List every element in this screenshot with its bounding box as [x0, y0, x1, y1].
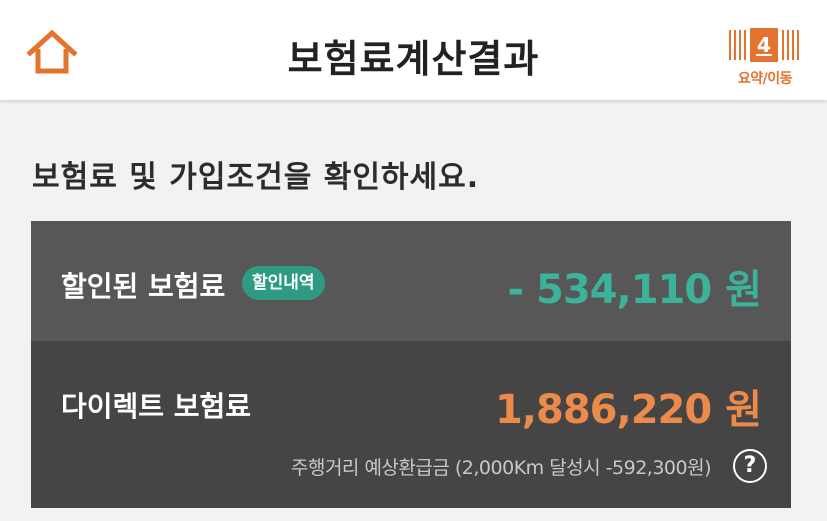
direct-premium-label: 다이렉트 보험료: [61, 390, 252, 423]
direct-premium-amount-unit: 원: [725, 387, 762, 433]
discount-details-button[interactable]: 할인내역: [242, 266, 325, 300]
stripe-decoration: [782, 30, 800, 60]
step-nav-button[interactable]: 4 요약/이동: [727, 24, 803, 90]
page-title: 보험료계산결과: [287, 37, 540, 81]
mileage-refund-note: 주행거리 예상환급금 (2,000Km 달성시 -592,300원): [290, 457, 712, 479]
stripe-decoration: [729, 30, 747, 60]
discount-amount-unit: 원: [725, 267, 762, 313]
discount-amount-value: - 534,110: [507, 267, 712, 313]
direct-premium-amount-value: 1,886,220: [494, 387, 712, 433]
instruction-text: 보험료 및 가입조건을 확인하세요.: [32, 160, 480, 195]
direct-premium-amount: 1,886,220 원: [494, 377, 762, 435]
step-label: 요약/이동: [737, 71, 793, 87]
discount-amount: - 534,110 원: [507, 257, 762, 315]
app-header: 보험료계산결과 4 요약/이동: [0, 0, 827, 100]
step-number-badge: 4: [750, 28, 778, 62]
discount-label: 할인된 보험료: [61, 270, 226, 303]
direct-premium-card: 다이렉트 보험료 1,886,220 원 주행거리 예상환급금 (2,000Km …: [31, 341, 791, 508]
help-icon[interactable]: ?: [733, 449, 767, 483]
discount-card: 할인된 보험료 할인내역 - 534,110 원: [31, 221, 791, 341]
